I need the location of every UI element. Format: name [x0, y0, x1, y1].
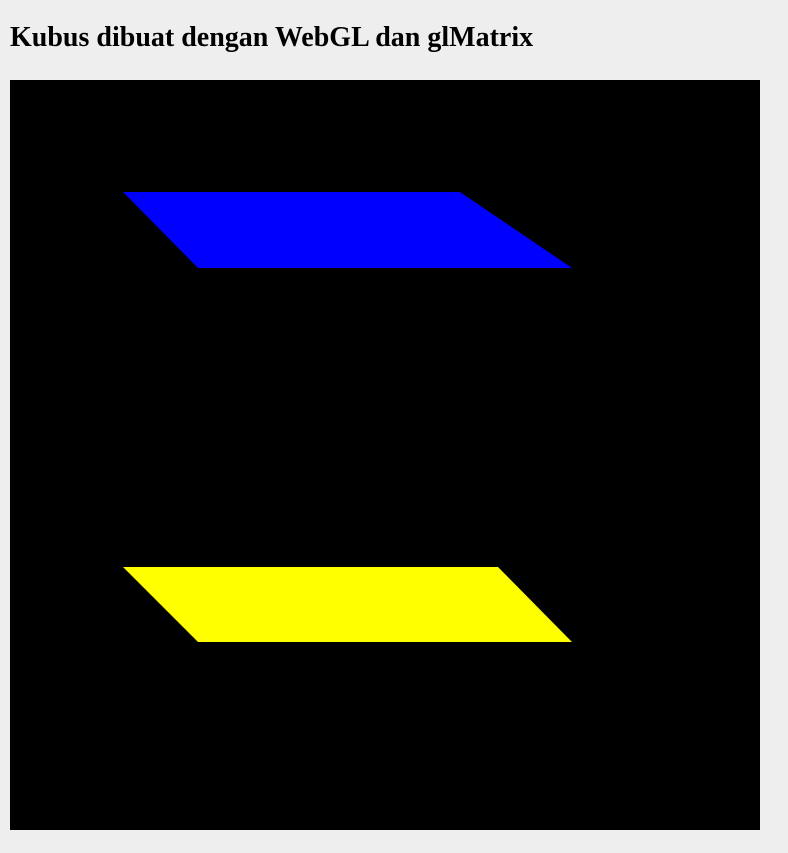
webgl-canvas[interactable]: [10, 80, 760, 830]
bottom-face: [123, 567, 572, 642]
page-title: Kubus dibuat dengan WebGL dan glMatrix: [10, 22, 534, 53]
